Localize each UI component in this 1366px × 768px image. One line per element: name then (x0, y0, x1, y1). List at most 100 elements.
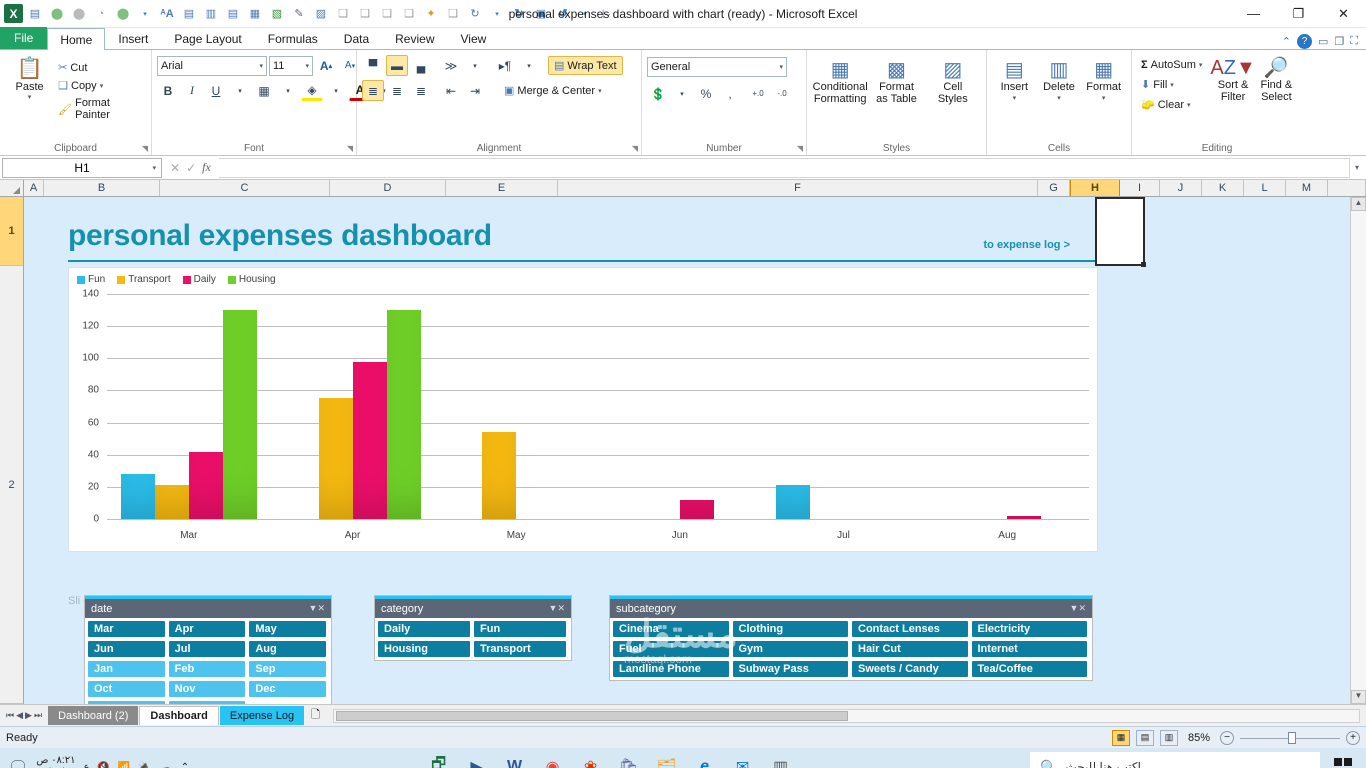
repeat-icon[interactable]: ↻ (465, 4, 485, 24)
chevron-down-icon[interactable]: ▾ (152, 164, 156, 172)
close-button[interactable]: ✕ (1321, 0, 1366, 28)
maximize-restore-button[interactable]: ❐ (1276, 0, 1321, 28)
clipboard-dialog-launcher-icon[interactable]: ◥ (142, 144, 148, 153)
insert-cells-button[interactable]: ▤ Insert ▾ (992, 59, 1037, 105)
vertical-scrollbar[interactable]: ▲ ▼ (1350, 197, 1366, 704)
media-player-icon[interactable]: ▶ (460, 750, 494, 768)
slicer-item-may[interactable]: May (248, 620, 327, 638)
conditional-formatting-button[interactable]: ▦ Conditional Formatting (813, 59, 868, 105)
slicer-item-tea-coffee[interactable]: Tea/Coffee (970, 660, 1088, 678)
tools-icon[interactable]: ✎ (289, 4, 309, 24)
cell-styles-button[interactable]: ▨ Cell Styles (928, 59, 978, 105)
column-header-m[interactable]: M (1286, 180, 1328, 196)
slicer-item-apr[interactable]: Apr (167, 620, 247, 638)
wifi-icon[interactable]: 📶 (118, 762, 130, 768)
zoom-slider[interactable] (1240, 731, 1340, 745)
column-header-f[interactable]: F (558, 180, 1038, 196)
bar-fun-jul[interactable] (775, 485, 810, 519)
clear-filter-icon[interactable]: ▼✕ (309, 603, 325, 614)
scroll-down-button[interactable]: ▼ (1351, 690, 1366, 704)
paste-values-icon[interactable]: ❑ (399, 4, 419, 24)
show-hidden-icons-icon[interactable]: ⌃ (181, 762, 189, 768)
column-header-l[interactable]: L (1244, 180, 1286, 196)
restore-workbook-icon[interactable]: ❐ (1334, 35, 1344, 48)
collapse-ribbon-icon[interactable]: ⌃ (1282, 35, 1291, 48)
normal-view-button[interactable]: ▦ (1111, 729, 1130, 746)
text-direction-button[interactable]: ▸¶ (494, 55, 516, 76)
slicer-item-feb[interactable]: Feb (167, 660, 247, 678)
format-painter-icon[interactable]: ✦ (421, 4, 441, 24)
minimize-button[interactable]: — (1231, 0, 1276, 28)
volume-mute-icon[interactable]: 🔇 (97, 762, 109, 768)
export-icon[interactable]: ▧ (267, 4, 287, 24)
bar-transport-mar[interactable] (154, 485, 189, 519)
find-select-button[interactable]: 🔎 Find & Select (1256, 57, 1297, 103)
bar-housing-mar[interactable] (222, 310, 257, 519)
borders-button[interactable]: ▦ (253, 80, 275, 101)
expand-formula-bar-icon[interactable]: ▾ (1350, 163, 1364, 172)
help-icon[interactable]: ? (1297, 34, 1313, 49)
autosum-button[interactable]: Σ AutoSum ▾ (1137, 57, 1206, 73)
tab-insert[interactable]: Insert (105, 27, 161, 49)
slicer-item-sep[interactable]: Sep (248, 660, 327, 678)
next-sheet-button[interactable]: ▶ (25, 710, 32, 721)
bar-transport-apr[interactable] (318, 398, 353, 519)
table-icon[interactable]: ▦ (245, 4, 265, 24)
align-left-button[interactable]: ≣ (362, 80, 384, 101)
zoom-slider-thumb[interactable] (1288, 731, 1296, 744)
legend-item-daily[interactable]: Daily (182, 274, 216, 285)
legend-item-transport[interactable]: Transport (117, 274, 171, 285)
new-sheet-icon[interactable]: 🗋 (305, 706, 326, 725)
ribbon-tab-strip[interactable]: File Home Insert Page Layout Formulas Da… (0, 27, 1366, 50)
windows-start-icon[interactable] (1320, 748, 1366, 768)
underline-dropdown-icon[interactable]: ▾ (229, 80, 251, 101)
copy-dropdown-icon[interactable]: ▾ (100, 82, 104, 90)
window-controls[interactable]: — ❐ ✕ (1231, 0, 1366, 28)
edge-icon[interactable]: e (688, 750, 722, 768)
bar-daily-apr[interactable] (352, 361, 387, 519)
sheet-nav-buttons[interactable]: ⏮ ◀ ▶ ⏭ (0, 710, 48, 721)
slicer-item-8-2-2019[interactable]: >8/2/2019 (167, 700, 247, 704)
print-preview-icon[interactable]: ◔ (91, 4, 111, 24)
format-cells-button[interactable]: ▦ Format ▾ (1081, 59, 1126, 105)
redo-icon[interactable]: ⬤ (69, 4, 89, 24)
increase-font-size-button[interactable]: A ▴ (315, 55, 337, 76)
slicer-category[interactable]: category ▼✕ Daily Fun Housing Transport (374, 595, 572, 661)
slicer-item-aug[interactable]: Aug (248, 640, 327, 658)
column-header-b[interactable]: B (44, 180, 160, 196)
alignment-dialog-launcher-icon[interactable]: ◥ (632, 144, 638, 153)
enter-icon[interactable]: ✓ (186, 161, 196, 175)
slicer-item-clothing[interactable]: Clothing (731, 620, 849, 638)
cut-button[interactable]: ✂ Cut (54, 59, 146, 76)
slicer-item-transport[interactable]: Transport (473, 640, 567, 658)
column-header-g[interactable]: G (1038, 180, 1070, 196)
slicer-item-sweets-candy[interactable]: Sweets / Candy (851, 660, 969, 678)
percent-style-button[interactable]: % (695, 83, 717, 104)
tab-review[interactable]: Review (382, 27, 447, 49)
column-header-c[interactable]: C (160, 180, 330, 196)
wrap-text-button[interactable]: ▤ Wrap Text (548, 56, 623, 75)
cancel-icon[interactable]: ✕ (170, 161, 180, 175)
bar-fun-mar[interactable] (120, 474, 155, 519)
paste-special-icon[interactable]: ❑ (377, 4, 397, 24)
expense-log-link[interactable]: to expense log > (984, 239, 1071, 251)
slicer-item-dec[interactable]: Dec (248, 680, 327, 698)
chrome-icon[interactable]: ◉ (536, 750, 570, 768)
align-middle-button[interactable]: ▬ (386, 55, 408, 76)
horizontal-scroll-thumb[interactable] (335, 710, 849, 721)
taskbar-search-box[interactable]: اكتب هنا للبحث 🔍 (1029, 752, 1320, 768)
clear-filter-icon[interactable]: ▼✕ (1070, 603, 1086, 614)
form-icon[interactable]: ▤ (223, 4, 243, 24)
number-dialog-launcher-icon[interactable]: ◥ (797, 144, 803, 153)
sheet-canvas[interactable]: personal expenses dashboard to expense l… (24, 197, 1350, 704)
delete-cells-button[interactable]: ▥ Delete ▾ (1037, 59, 1082, 105)
slicer-item-fun[interactable]: Fun (473, 620, 567, 638)
legend-item-fun[interactable]: Fun (77, 274, 105, 285)
first-sheet-button[interactable]: ⏮ (6, 710, 14, 721)
formula-input[interactable] (218, 157, 1350, 178)
slicer-date[interactable]: date ▼✕ Mar Apr May Jun Jul Aug Jan Feb Sep Oct Nov D… (84, 595, 332, 704)
bar-transport-may[interactable] (482, 432, 517, 519)
mail-icon[interactable]: ✉ (726, 750, 760, 768)
decrease-indent-button[interactable]: ⇤ (440, 80, 462, 101)
column-header-e[interactable]: E (446, 180, 558, 196)
